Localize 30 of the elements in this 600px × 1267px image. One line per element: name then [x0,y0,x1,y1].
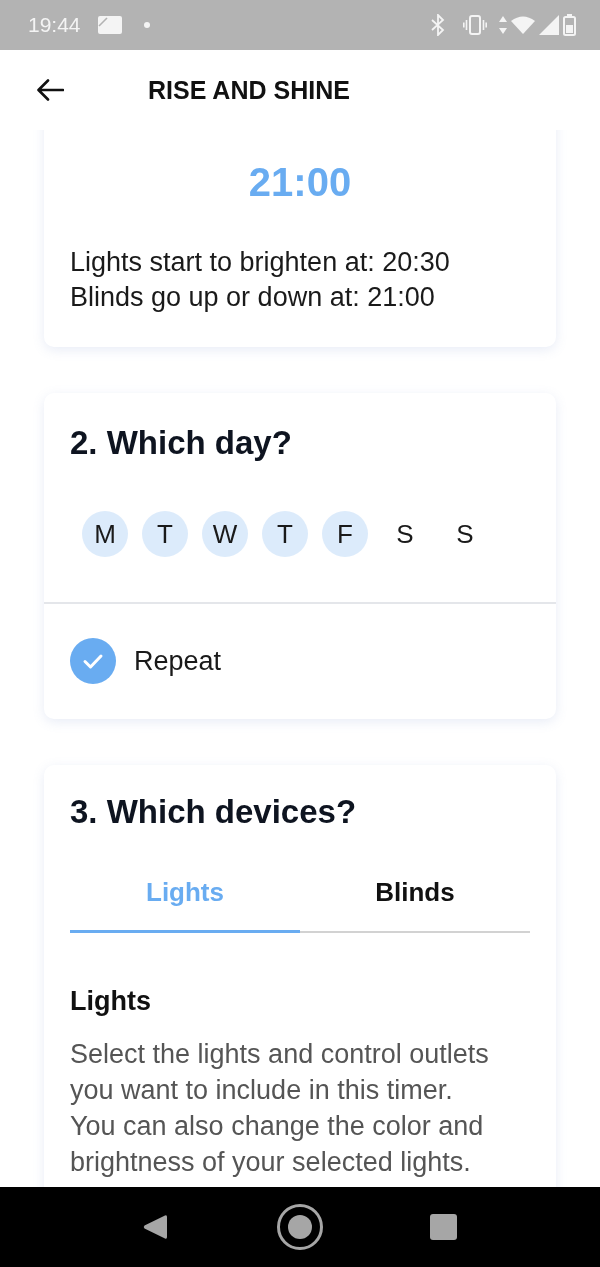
wifi-icon [511,16,535,34]
day-toggle[interactable]: W [202,511,248,557]
device-tab[interactable]: Blinds [300,864,530,933]
vibrate-icon [463,15,487,35]
dot-icon [143,22,150,28]
schedule-text: Blinds go up or down at: 21:00 [70,281,435,314]
screen-title: RISE AND SHINE [148,75,350,105]
repeat-label: Repeat [134,645,222,677]
section-title: 3. Which devices? [70,792,357,832]
day-toggle[interactable]: F [322,511,368,557]
day-toggle[interactable]: S [442,511,488,557]
day-toggle[interactable]: T [262,511,308,557]
back-arrow-icon[interactable] [36,78,64,102]
battery-icon [563,14,576,36]
back-triangle-icon[interactable] [143,1214,167,1240]
home-circle-icon[interactable] [277,1204,323,1250]
checkbox-icon[interactable] [70,638,116,684]
day-toggle[interactable]: T [142,511,188,557]
section-title: 2. Which day? [70,423,292,463]
day-toggle[interactable]: S [382,511,428,557]
panel-description: Select the lights and control outlets you want to include in this timer. You can also change the color and brightness of your selected lights. [70,1038,490,1179]
schedule-text: Lights start to brighten at: 20:30 [70,246,450,279]
image-icon [97,16,122,34]
bluetooth-icon [431,14,445,36]
timer-time: 21:00 [247,159,353,206]
day-toggle[interactable]: M [82,511,128,557]
data-arrows-icon [499,15,507,35]
status-time: 19:44 [28,13,81,37]
signal-icon [539,15,559,35]
panel-heading: Lights [70,985,151,1018]
